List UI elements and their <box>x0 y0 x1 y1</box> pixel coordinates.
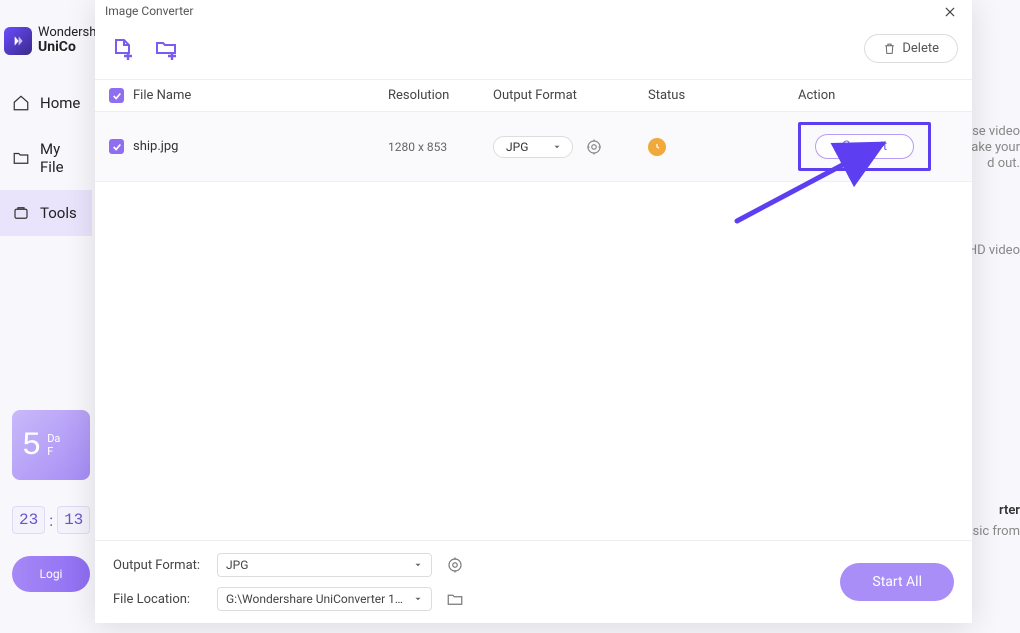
add-file-button[interactable] <box>109 36 135 62</box>
sidebar: Home My File Tools <box>0 80 92 236</box>
countdown-hours: 23 <box>12 506 45 534</box>
login-button[interactable]: Logi <box>12 556 90 592</box>
col-status: Status <box>648 88 798 103</box>
format-settings-icon[interactable] <box>585 138 603 156</box>
col-outputformat: Output Format <box>493 88 648 103</box>
sidebar-item-tools[interactable]: Tools <box>0 190 92 236</box>
close-button[interactable] <box>940 2 960 22</box>
footer-settings-icon[interactable] <box>446 555 466 575</box>
footer-location-select[interactable]: G:\Wondershare UniConverter 15\Im <box>217 587 432 611</box>
modal-footer: Output Format: JPG File Location: G:\Won… <box>95 540 972 623</box>
delete-button[interactable]: Delete <box>864 34 958 63</box>
select-all-checkbox[interactable] <box>109 88 124 103</box>
open-folder-icon[interactable] <box>446 589 466 609</box>
modal-toolbar: Delete <box>95 18 972 80</box>
logo-icon <box>4 27 32 55</box>
bg-text: ake your <box>971 140 1020 155</box>
table-header: File Name Resolution Output Format Statu… <box>95 80 972 112</box>
sidebar-item-label: Tools <box>40 204 77 222</box>
footer-format-select[interactable]: JPG <box>217 553 432 577</box>
start-all-button[interactable]: Start All <box>840 563 954 601</box>
countdown-sublabel: F <box>47 445 60 458</box>
countdown-mins: 13 <box>57 506 90 534</box>
convert-button[interactable]: Convert <box>815 134 914 159</box>
file-name: ship.jpg <box>133 139 388 154</box>
col-filename: File Name <box>133 88 388 103</box>
sidebar-item-myfiles[interactable]: My File <box>0 126 92 190</box>
bg-text: use video <box>965 124 1020 139</box>
table-row: ship.jpg 1280 x 853 JPG Convert <box>95 112 972 182</box>
modal-title: Image Converter <box>105 4 194 18</box>
sidebar-item-label: Home <box>40 94 80 112</box>
countdown-number: 5 <box>22 427 41 464</box>
add-folder-button[interactable] <box>153 36 179 62</box>
col-resolution: Resolution <box>388 88 493 103</box>
format-select[interactable]: JPG <box>493 136 573 158</box>
footer-outfmt-label: Output Format: <box>113 558 203 573</box>
countdown-timer: 23 : 13 <box>12 506 90 534</box>
app-logo: Wondersh UniCo <box>4 26 96 56</box>
col-action: Action <box>798 88 958 103</box>
bg-text: d out. <box>987 156 1020 171</box>
status-pending-icon <box>648 138 666 156</box>
sidebar-item-home[interactable]: Home <box>0 80 92 126</box>
logo-text: Wondersh UniCo <box>38 26 96 56</box>
chevron-down-icon <box>552 142 562 152</box>
bg-text: HD video <box>968 243 1020 258</box>
sidebar-item-label: My File <box>40 140 80 176</box>
countdown-label: Da <box>47 432 60 445</box>
chevron-down-icon <box>413 560 423 570</box>
footer-fileloc-label: File Location: <box>113 592 203 607</box>
file-resolution: 1280 x 853 <box>388 140 493 154</box>
image-converter-modal: Image Converter Delete File Name Resolut… <box>95 0 972 623</box>
bg-text: rter <box>999 503 1020 518</box>
bg-text: sic from <box>972 524 1020 539</box>
chevron-down-icon <box>413 594 423 604</box>
row-checkbox[interactable] <box>109 139 124 154</box>
countdown-card: 5 Da F <box>12 410 90 480</box>
convert-highlight: Convert <box>798 122 931 171</box>
